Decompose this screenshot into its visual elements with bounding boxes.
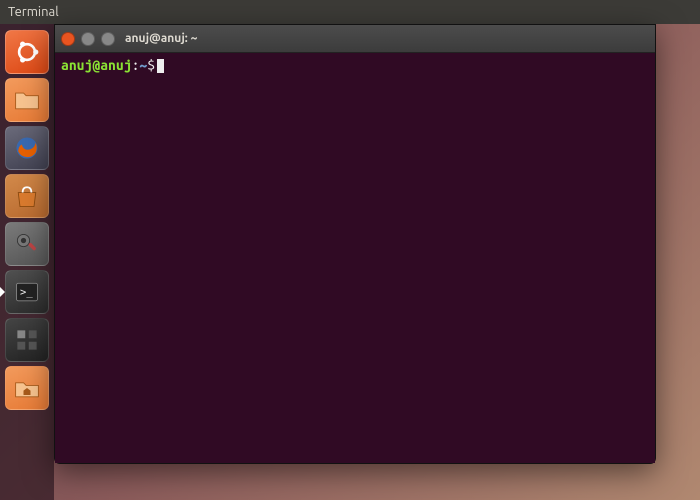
- workspaces-icon: [13, 326, 41, 354]
- window-title: anuj@anuj: ~: [125, 32, 197, 45]
- terminal-body[interactable]: anuj@anuj:~$: [55, 53, 655, 463]
- launcher-files[interactable]: [5, 78, 49, 122]
- firefox-icon: [13, 134, 41, 162]
- launcher-terminal[interactable]: >_: [5, 270, 49, 314]
- prompt-user-host: anuj@anuj: [61, 57, 132, 73]
- launcher-software-center[interactable]: [5, 174, 49, 218]
- window-close-button[interactable]: [61, 32, 75, 46]
- ubuntu-logo-icon: [13, 38, 41, 66]
- launcher-workspaces[interactable]: [5, 318, 49, 362]
- top-menubar: Terminal: [0, 0, 700, 24]
- window-minimize-button[interactable]: [81, 32, 95, 46]
- launcher-settings[interactable]: [5, 222, 49, 266]
- launcher-dash[interactable]: [5, 30, 49, 74]
- gear-wrench-icon: [13, 230, 41, 258]
- launcher-home-folder[interactable]: [5, 366, 49, 410]
- unity-launcher: >_: [0, 24, 54, 500]
- menubar-app-title: Terminal: [8, 5, 59, 19]
- home-folder-icon: [13, 374, 41, 402]
- window-maximize-button[interactable]: [101, 32, 115, 46]
- terminal-icon: >_: [13, 278, 41, 306]
- terminal-cursor: [157, 59, 164, 73]
- prompt-dollar: $: [147, 57, 155, 73]
- window-titlebar[interactable]: anuj@anuj: ~: [55, 25, 655, 53]
- launcher-firefox[interactable]: [5, 126, 49, 170]
- terminal-window: anuj@anuj: ~ anuj@anuj:~$: [54, 24, 656, 464]
- svg-text:>_: >_: [20, 287, 33, 299]
- shopping-bag-icon: [13, 182, 41, 210]
- folder-icon: [13, 86, 41, 114]
